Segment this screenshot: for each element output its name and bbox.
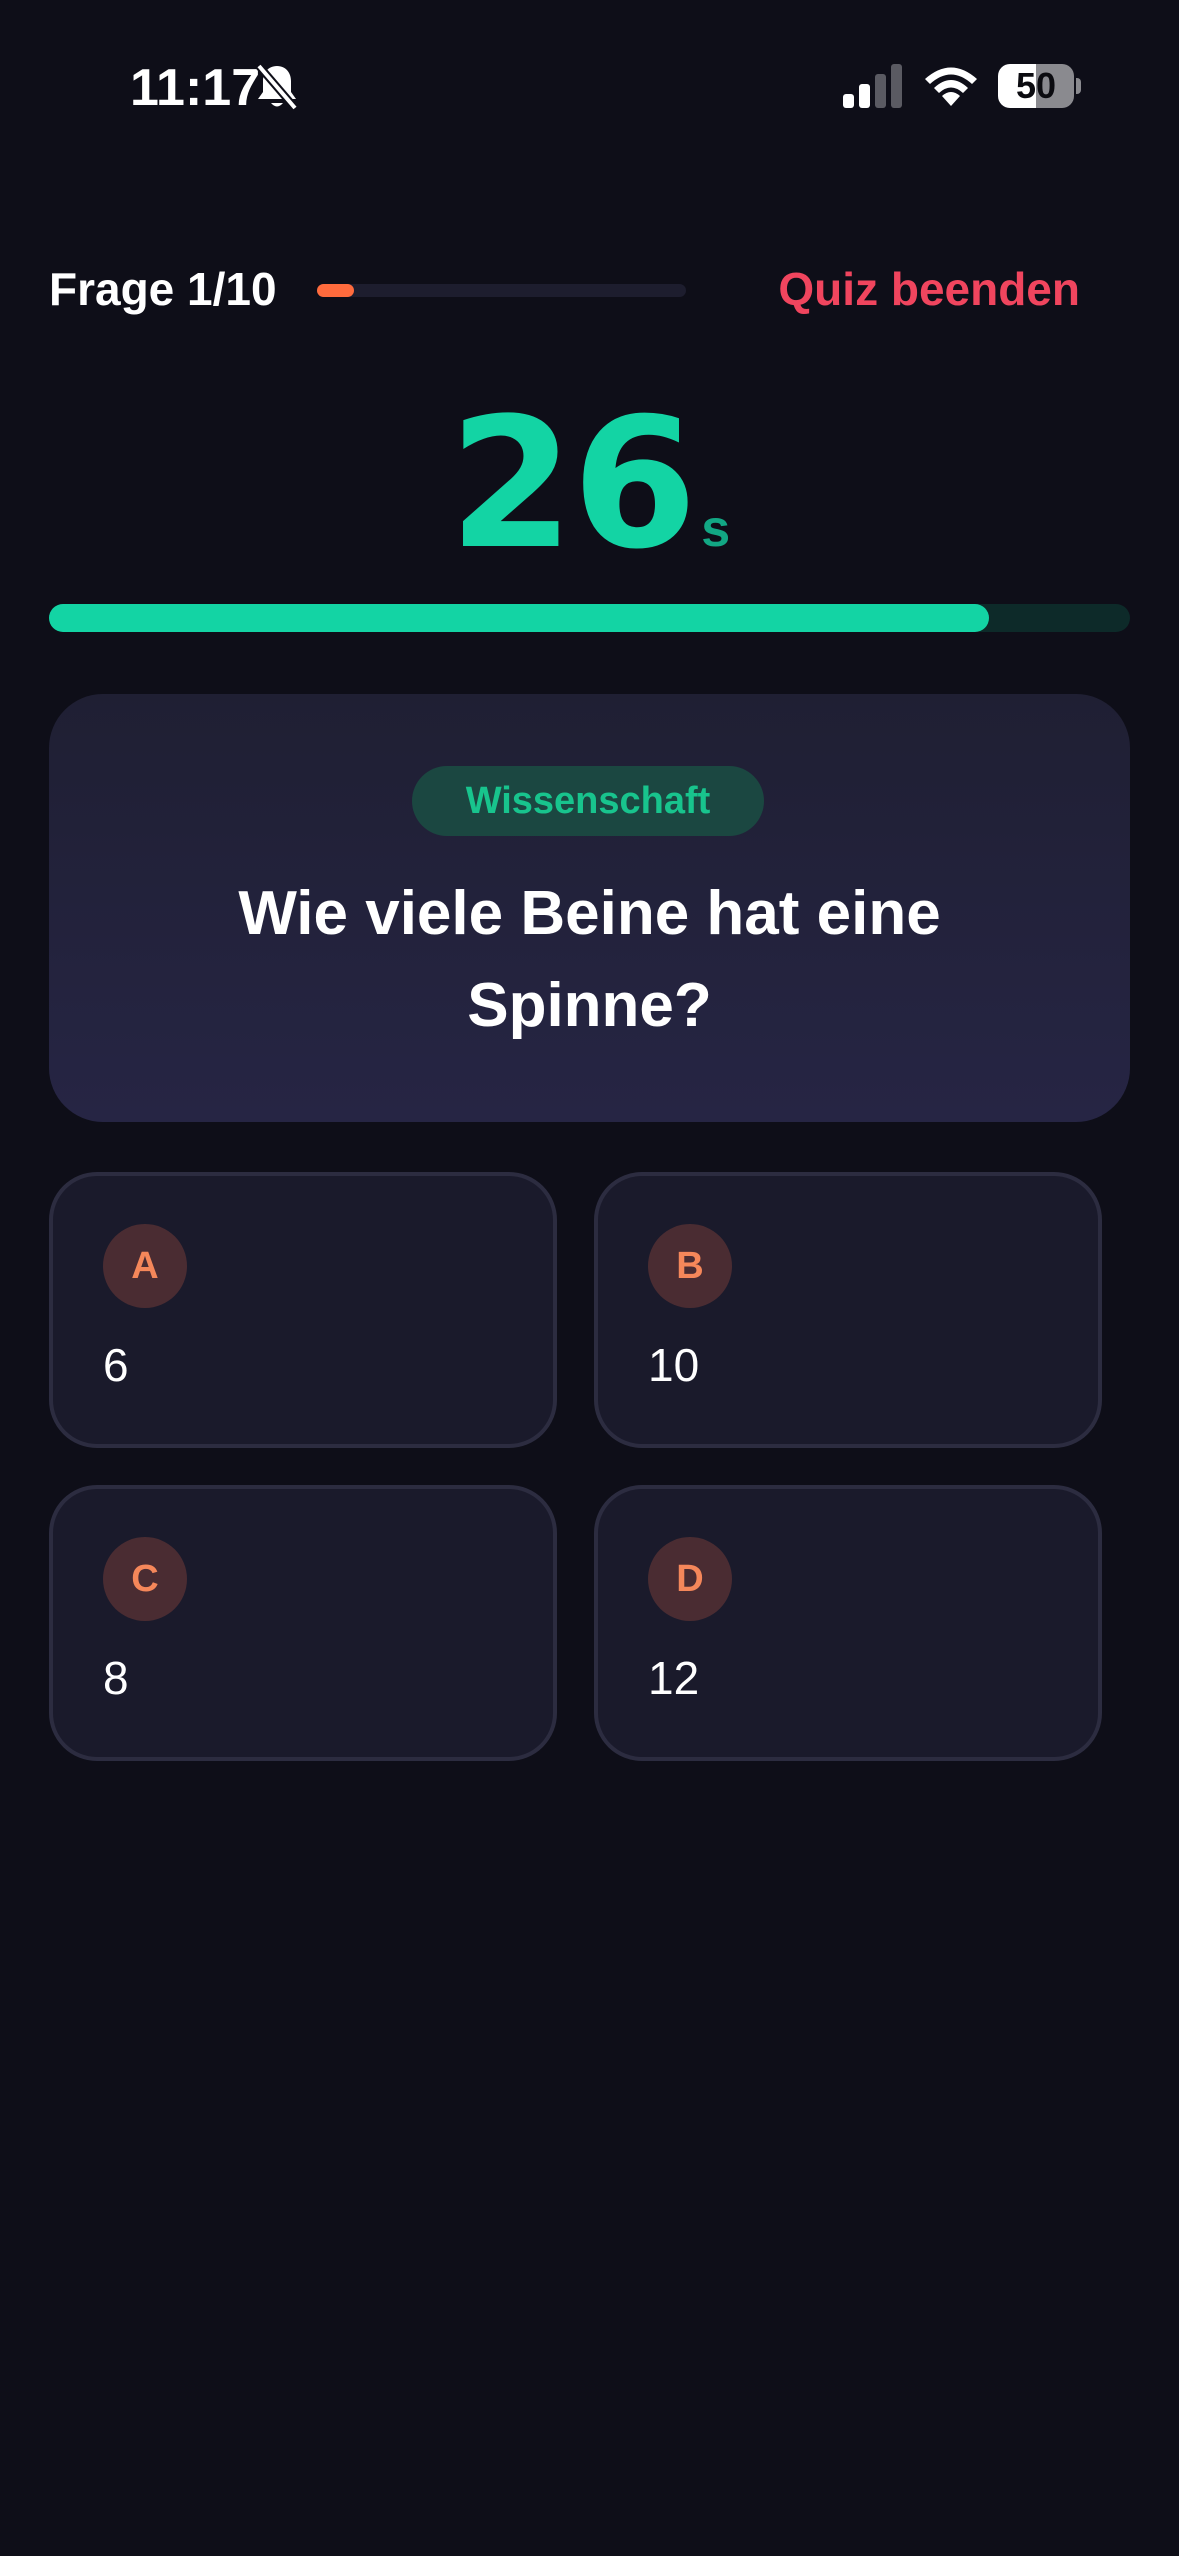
- answer-option-c[interactable]: C 8: [49, 1485, 557, 1761]
- answer-text: 10: [648, 1339, 700, 1391]
- question-text: Wie viele Beine hat eine Spinne?: [238, 879, 941, 1040]
- wifi-icon: [925, 67, 977, 106]
- quiz-progress-fill: [317, 284, 354, 297]
- battery-icon: 50: [998, 64, 1081, 108]
- answer-option-d[interactable]: D 12: [594, 1485, 1102, 1761]
- timer-progress-fill: [49, 604, 990, 632]
- answer-text: 8: [103, 1652, 129, 1704]
- bell-slash-icon: [255, 63, 299, 111]
- timer-value: 26: [448, 380, 697, 589]
- answer-option-b[interactable]: B 10: [594, 1172, 1102, 1448]
- answer-letter-badge: C: [103, 1537, 187, 1621]
- answer-letter-badge: A: [103, 1224, 187, 1308]
- timer-progress-bar: [49, 604, 1130, 632]
- status-time: 11:17: [130, 59, 261, 117]
- answer-option-a[interactable]: A 6: [49, 1172, 557, 1448]
- battery-level: 50: [1015, 65, 1057, 106]
- category-badge: Wissenschaft: [412, 766, 764, 836]
- answer-text: 12: [648, 1652, 700, 1704]
- countdown-timer: 26 s: [0, 380, 1179, 589]
- quiz-progress-bar: [317, 284, 686, 297]
- answer-text: 6: [103, 1339, 129, 1391]
- timer-unit: s: [701, 500, 731, 558]
- question-counter: Frage 1/10: [49, 263, 277, 315]
- answer-letter-badge: B: [648, 1224, 732, 1308]
- question-card: Wissenschaft Wie viele Beine hat eine Sp…: [49, 694, 1130, 1122]
- quit-quiz-button[interactable]: Quiz beenden: [778, 262, 1080, 316]
- answer-letter-badge: D: [648, 1537, 732, 1621]
- status-bar: 11:17 50: [0, 0, 1179, 170]
- cellular-signal-icon: [843, 64, 902, 108]
